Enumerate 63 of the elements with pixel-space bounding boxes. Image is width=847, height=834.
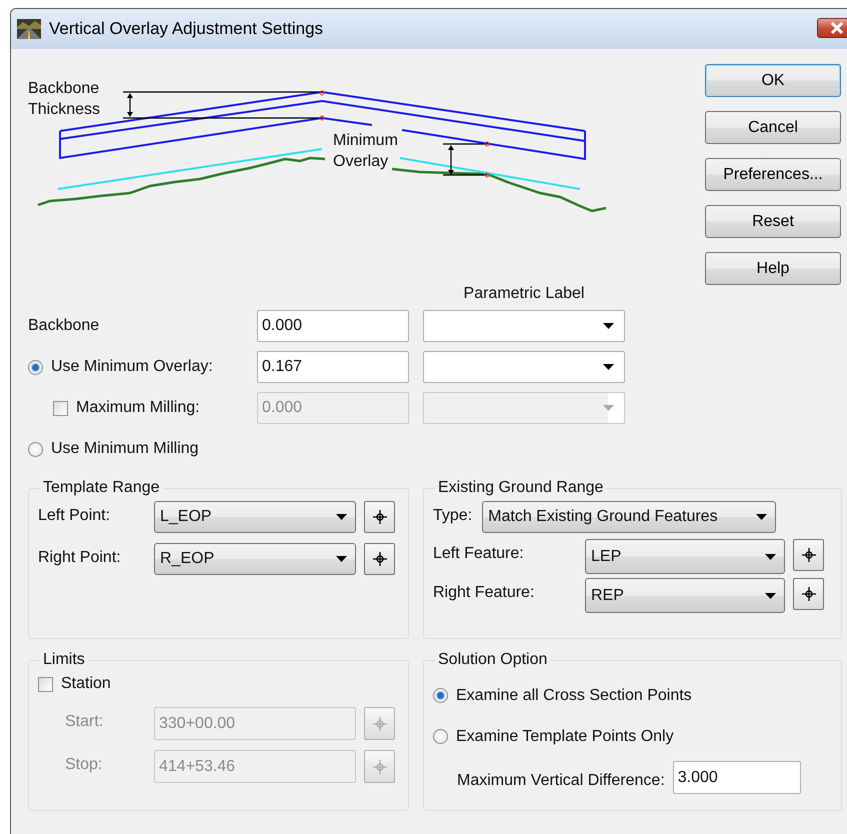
radio-button[interactable] — [28, 442, 43, 456]
field-label: Maximum Vertical Difference: — [457, 770, 665, 790]
checkbox[interactable] — [38, 676, 53, 692]
road-icon — [17, 19, 41, 39]
dialog-button[interactable]: Help — [705, 252, 841, 285]
field-label: Stop: — [64, 755, 104, 774]
dialog-button[interactable]: Reset — [705, 205, 841, 238]
column-heading: Parametric Label — [462, 285, 586, 304]
option-label: Examine Template Points Only — [456, 728, 674, 746]
parametric-label-dropdown[interactable] — [423, 351, 625, 383]
caret-icon — [765, 592, 776, 598]
field-label: Use Minimum Overlay: — [51, 358, 213, 376]
caret-icon — [603, 364, 614, 370]
crosshair-icon — [372, 509, 388, 525]
field-label: Right Point: — [38, 548, 122, 567]
crosshair-icon — [372, 716, 388, 732]
group-title: Existing Ground Range — [437, 479, 604, 497]
caret-icon — [756, 514, 768, 520]
pick-button[interactable] — [364, 501, 395, 533]
diagram-label: Backbone Thickness — [28, 80, 100, 118]
caret-icon — [765, 554, 776, 560]
group-title: Template Range — [42, 479, 161, 497]
field-label: Maximum Milling: — [76, 399, 200, 417]
radio-button[interactable] — [28, 360, 43, 374]
close-icon — [830, 22, 844, 34]
pick-button[interactable] — [793, 539, 824, 571]
point-dropdown[interactable]: L_EOP — [154, 501, 356, 533]
point-dropdown[interactable]: R_EOP — [154, 543, 356, 575]
value-field[interactable]: 0.167 — [257, 351, 409, 383]
radio-button[interactable] — [433, 729, 448, 744]
field-label: Left Point: — [38, 506, 112, 525]
caret-icon — [336, 514, 347, 520]
type-dropdown[interactable]: Match Existing Ground Features — [482, 501, 776, 533]
field-label: Start: — [64, 712, 104, 731]
field-label: Right Feature: — [433, 583, 536, 602]
field-label: Left Feature: — [433, 544, 525, 563]
crosshair-icon — [372, 758, 388, 774]
pick-button[interactable] — [364, 543, 395, 575]
parametric-label-dropdown[interactable] — [423, 310, 625, 342]
diagram-label: Minimum Overlay — [333, 132, 398, 170]
caret-icon — [603, 323, 614, 329]
feature-dropdown[interactable]: LEP — [585, 539, 785, 574]
pick-button[interactable] — [793, 578, 824, 610]
group-title: Solution Option — [437, 651, 548, 669]
group-title: Limits — [42, 651, 86, 669]
field-label: Backbone — [28, 317, 100, 335]
dialog-button[interactable]: Preferences... — [705, 158, 841, 191]
dialog-button[interactable]: Cancel — [705, 111, 841, 144]
dialog-button[interactable]: OK — [705, 64, 841, 97]
crosshair-icon — [800, 547, 816, 563]
radio-button[interactable] — [433, 688, 448, 703]
window-title: Vertical Overlay Adjustment Settings — [49, 19, 324, 39]
crosshair-icon — [800, 586, 816, 602]
field-label: Type: — [433, 506, 472, 525]
value-field[interactable]: 3.000 — [672, 761, 801, 794]
caret-icon — [603, 405, 614, 411]
feature-dropdown[interactable]: REP — [585, 578, 785, 613]
option-label: Examine all Cross Section Points — [456, 686, 692, 704]
field-label: Use Minimum Milling — [51, 440, 199, 458]
value-field[interactable]: 0.000 — [257, 310, 409, 342]
caret-icon — [336, 556, 347, 562]
crosshair-icon — [372, 551, 388, 567]
checkbox-label: Station — [61, 675, 111, 693]
